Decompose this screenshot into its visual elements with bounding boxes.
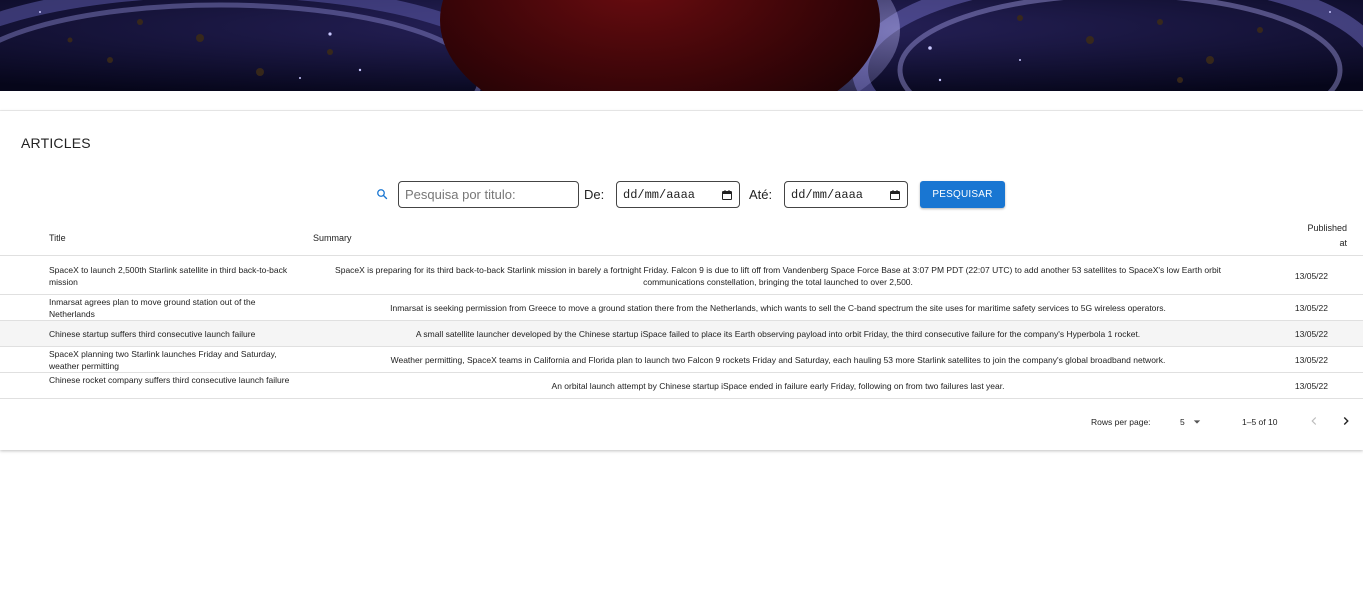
- article-title: SpaceX planning two Starlink launches Fr…: [49, 349, 277, 371]
- table-row[interactable]: Inmarsat agrees plan to move ground stat…: [0, 295, 1363, 321]
- article-title: SpaceX to launch 2,500th Starlink satell…: [49, 265, 288, 287]
- rows-per-page-select[interactable]: 5: [1180, 417, 1201, 427]
- article-summary: An orbital launch attempt by Chinese sta…: [551, 381, 1005, 391]
- from-date-label: De:: [584, 187, 605, 202]
- arrow-drop-down-icon: [1193, 420, 1200, 424]
- table-row[interactable]: Chinese rocket company suffers third con…: [0, 373, 1363, 399]
- space-banner-image: [0, 0, 1363, 91]
- to-date-label: Até:: [749, 187, 773, 202]
- search-icon: [377, 189, 388, 200]
- article-summary: SpaceX is preparing for its third back-t…: [335, 265, 1221, 287]
- from-date-value: dd/mm/aaaa: [623, 187, 696, 202]
- banner-spacer: [0, 91, 1363, 111]
- article-date: 13/05/22: [1294, 381, 1328, 391]
- calendar-icon[interactable]: [721, 189, 733, 201]
- pagination-range: 1–5 of 10: [1242, 417, 1278, 427]
- table-header: Title Summary Published at: [0, 219, 1363, 256]
- article-title: Chinese startup suffers third consecutiv…: [49, 329, 256, 339]
- to-date-input[interactable]: dd/mm/aaaa: [784, 181, 908, 208]
- search-button[interactable]: PESQUISAR: [920, 181, 1005, 208]
- column-header-published[interactable]: Published at: [1287, 221, 1347, 251]
- article-date: 13/05/22: [1294, 271, 1328, 281]
- to-date-value: dd/mm/aaaa: [791, 187, 864, 202]
- rows-per-page-value: 5: [1180, 417, 1185, 427]
- article-summary: Weather permitting, SpaceX teams in Cali…: [390, 355, 1166, 365]
- article-summary: Inmarsat is seeking permission from Gree…: [390, 303, 1166, 313]
- chevron-right-icon[interactable]: [1339, 414, 1353, 428]
- header-banner: [0, 0, 1363, 91]
- table-row[interactable]: SpaceX to launch 2,500th Starlink satell…: [0, 257, 1363, 295]
- chevron-left-icon[interactable]: [1307, 414, 1321, 428]
- column-header-published-line2: at: [1339, 238, 1347, 248]
- column-header-published-line1: Published: [1307, 223, 1347, 233]
- table-row[interactable]: Chinese startup suffers third consecutiv…: [0, 321, 1363, 347]
- article-title: Chinese rocket company suffers third con…: [49, 375, 290, 385]
- calendar-icon[interactable]: [889, 189, 901, 201]
- article-summary: A small satellite launcher developed by …: [415, 329, 1141, 339]
- article-date: 13/05/22: [1294, 329, 1328, 339]
- title-search-input[interactable]: [398, 181, 579, 208]
- article-date: 13/05/22: [1294, 355, 1328, 365]
- articles-card: ARTICLES De: dd/mm/aaaa Até: dd/mm/aaaa …: [0, 111, 1363, 450]
- table-row[interactable]: SpaceX planning two Starlink launches Fr…: [0, 347, 1363, 373]
- column-header-summary[interactable]: Summary: [313, 233, 352, 243]
- page-title: ARTICLES: [21, 135, 91, 151]
- article-date: 13/05/22: [1294, 303, 1328, 313]
- from-date-input[interactable]: dd/mm/aaaa: [616, 181, 740, 208]
- column-header-title[interactable]: Title: [49, 233, 66, 243]
- rows-per-page-label: Rows per page:: [1091, 417, 1151, 427]
- article-title: Inmarsat agrees plan to move ground stat…: [49, 297, 256, 319]
